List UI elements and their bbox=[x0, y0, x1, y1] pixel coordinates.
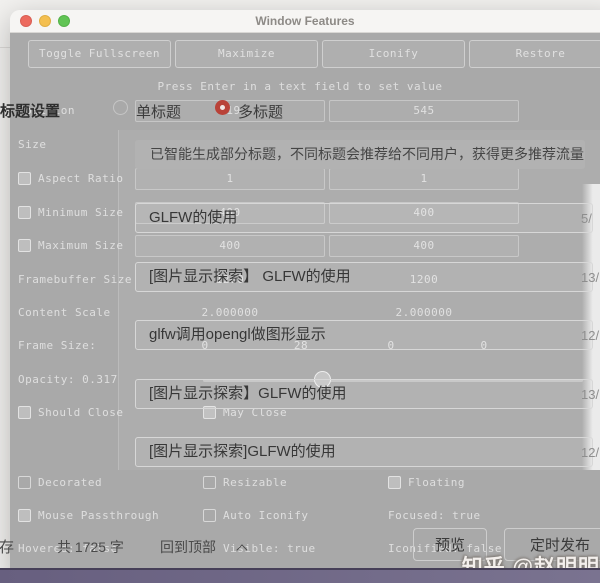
framebuffer-size-label: Framebuffer Size bbox=[18, 273, 132, 286]
title-input-3[interactable]: glfw调用opengl做图形显示 bbox=[135, 320, 593, 350]
maximize-button[interactable]: Maximize bbox=[175, 40, 318, 68]
floating-label: Floating bbox=[408, 476, 465, 489]
aspect-x-field[interactable]: 1 bbox=[135, 168, 325, 190]
should-close-checkbox[interactable] bbox=[18, 406, 31, 419]
window-title: Window Features bbox=[255, 14, 355, 28]
single-title-label[interactable]: 单标题 bbox=[136, 101, 181, 122]
maximum-size-label: Maximum Size bbox=[38, 239, 124, 252]
content-scale-y-value: 2.000000 bbox=[395, 306, 453, 319]
radio-dot-icon bbox=[220, 105, 225, 110]
should-close-label: Should Close bbox=[38, 406, 124, 419]
content-scale-label: Content Scale bbox=[18, 306, 111, 319]
auto-iconify-checkbox[interactable] bbox=[203, 509, 216, 522]
restore-button[interactable]: Restore bbox=[469, 40, 600, 68]
title-counter-5: 12/ bbox=[581, 445, 600, 460]
title-input-1[interactable]: GLFW的使用 bbox=[135, 203, 593, 233]
title-counter-4: 13/ bbox=[581, 387, 600, 402]
title-input-2[interactable]: [图片显示探索】 GLFW的使用 bbox=[135, 262, 593, 292]
minimum-size-checkbox[interactable] bbox=[18, 206, 31, 219]
max-width-field[interactable]: 400 bbox=[135, 235, 325, 257]
save-button[interactable]: 保存 bbox=[0, 536, 14, 557]
content-scale-x-value: 2.000000 bbox=[201, 306, 259, 319]
multi-title-label[interactable]: 多标题 bbox=[238, 101, 283, 122]
minimum-size-label: Minimum Size bbox=[38, 206, 124, 219]
screenshot-root: Window Features Toggle Fullscreen Maximi… bbox=[0, 0, 600, 583]
resizable-checkbox[interactable] bbox=[203, 476, 216, 489]
aspect-ratio-label: Aspect Ratio bbox=[38, 172, 124, 185]
bottom-purple-bar bbox=[0, 568, 600, 583]
floating-checkbox[interactable] bbox=[388, 476, 401, 489]
decorated-label: Decorated bbox=[38, 476, 103, 489]
title-counter-3: 12/ bbox=[581, 328, 600, 343]
single-title-radio[interactable] bbox=[113, 100, 128, 115]
title-input-4[interactable]: [图片显示探索】GLFW的使用 bbox=[135, 379, 593, 409]
ai-suggestion-hint: 已智能生成部分标题，不同标题会推荐给不同用户，获得更多推荐流量 bbox=[135, 140, 585, 169]
title-input-5[interactable]: [图片显示探索]GLFW的使用 bbox=[135, 437, 593, 467]
maximum-size-checkbox[interactable] bbox=[18, 239, 31, 252]
back-to-top-button[interactable]: 回到顶部 bbox=[160, 537, 216, 557]
page-divider-line bbox=[0, 47, 10, 48]
window-titlebar[interactable]: Window Features bbox=[10, 10, 600, 33]
word-count: 共 1725 字 bbox=[57, 539, 124, 555]
frame-size-label: Frame Size: bbox=[18, 339, 97, 352]
decorated-checkbox[interactable] bbox=[18, 476, 31, 489]
opacity-label: Opacity: 0.317 bbox=[18, 373, 118, 386]
aspect-y-field[interactable]: 1 bbox=[329, 168, 519, 190]
enter-hint-text: Press Enter in a text field to set value bbox=[157, 80, 443, 93]
title-counter-2: 13/ bbox=[581, 270, 600, 285]
resizable-label: Resizable bbox=[223, 476, 288, 489]
position-y-field[interactable]: 545 bbox=[329, 100, 519, 122]
aspect-ratio-checkbox[interactable] bbox=[18, 172, 31, 185]
focused-status: Focused: true bbox=[388, 509, 481, 522]
title-counter-1: 5/ bbox=[581, 211, 592, 226]
auto-iconify-label: Auto Iconify bbox=[223, 509, 309, 522]
multi-title-radio[interactable] bbox=[215, 100, 230, 115]
max-height-field[interactable]: 400 bbox=[329, 235, 519, 257]
mouse-passthrough-label: Mouse Passthrough bbox=[38, 509, 160, 522]
iconify-button[interactable]: Iconify bbox=[322, 40, 465, 68]
toggle-fullscreen-button[interactable]: Toggle Fullscreen bbox=[28, 40, 171, 68]
title-settings-label: 标题设置 bbox=[0, 103, 61, 120]
mouse-passthrough-checkbox[interactable] bbox=[18, 509, 31, 522]
size-label: Size bbox=[18, 138, 47, 151]
